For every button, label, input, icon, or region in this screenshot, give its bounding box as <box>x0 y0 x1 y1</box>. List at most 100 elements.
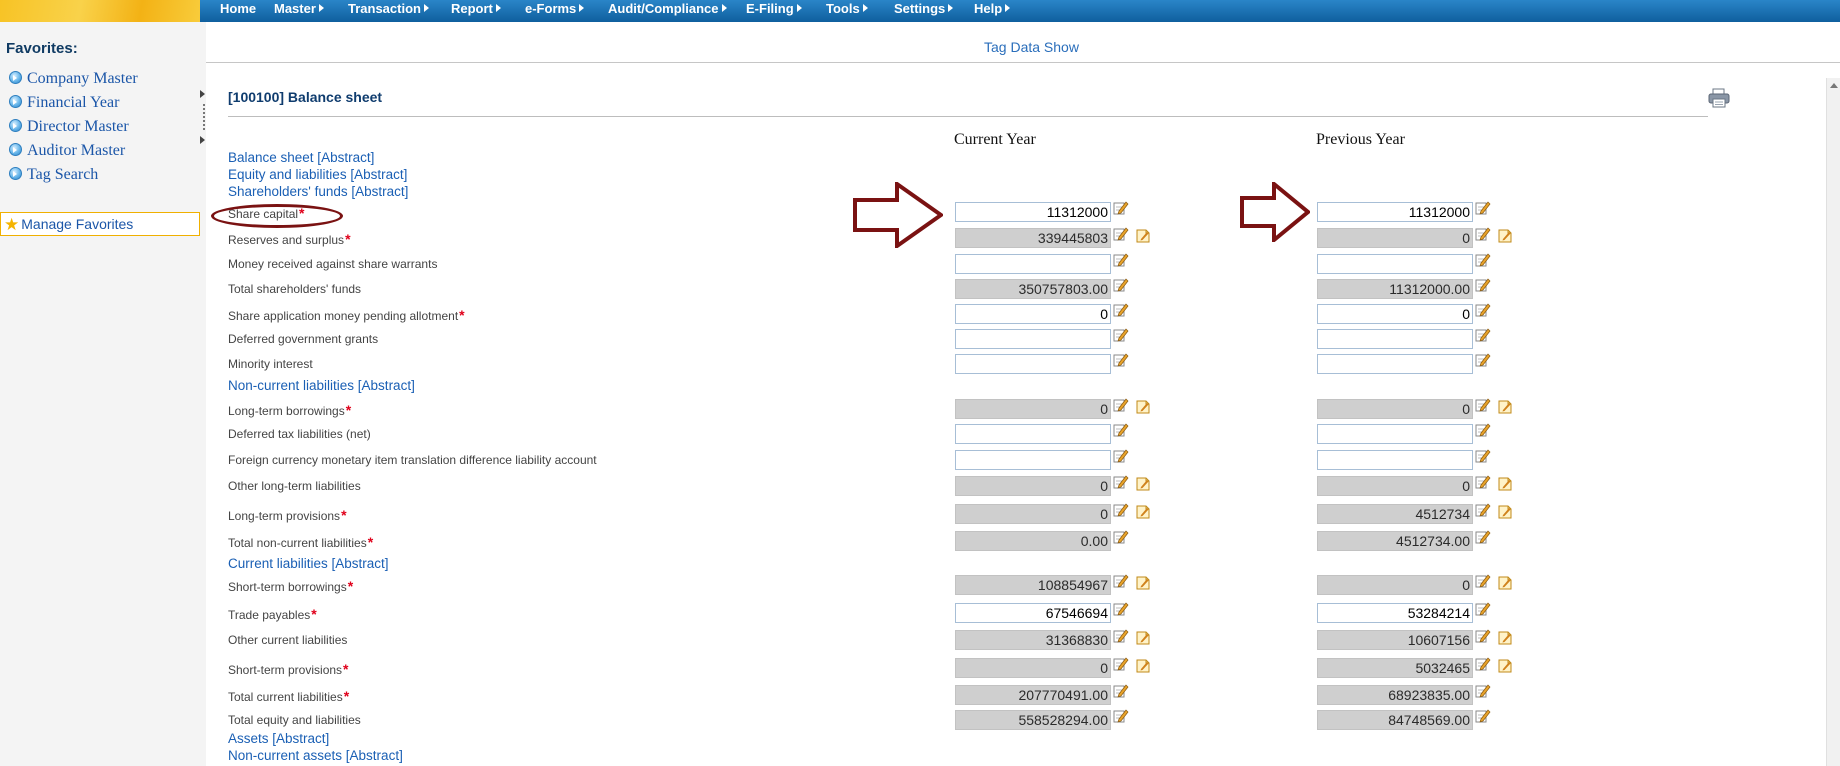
edit-pencil-icon[interactable] <box>1113 252 1129 268</box>
current-year-input[interactable] <box>955 279 1111 299</box>
note-icon[interactable] <box>1135 476 1151 492</box>
edit-pencil-icon[interactable] <box>1475 656 1491 672</box>
abstract-heading[interactable]: Equity and liabilities [Abstract] <box>228 167 407 182</box>
current-year-input[interactable] <box>955 329 1111 349</box>
previous-year-input[interactable] <box>1317 450 1473 470</box>
edit-pencil-icon[interactable] <box>1475 628 1491 644</box>
current-year-input[interactable] <box>955 603 1111 623</box>
fav-company-master[interactable]: Company Master <box>9 70 138 88</box>
menu-settings[interactable]: Settings <box>894 0 954 20</box>
manage-favorites-button[interactable]: ★ Manage Favorites <box>0 212 200 236</box>
edit-pencil-icon[interactable] <box>1475 601 1491 617</box>
edit-pencil-icon[interactable] <box>1475 448 1491 464</box>
collapse-arrow-icon[interactable] <box>200 136 205 144</box>
edit-pencil-icon[interactable] <box>1113 656 1129 672</box>
collapse-arrow-icon[interactable] <box>200 90 205 98</box>
menu-home[interactable]: Home <box>220 0 256 20</box>
edit-pencil-icon[interactable] <box>1113 327 1129 343</box>
previous-year-input[interactable] <box>1317 424 1473 444</box>
previous-year-input[interactable] <box>1317 279 1473 299</box>
note-icon[interactable] <box>1135 504 1151 520</box>
fav-director-master[interactable]: Director Master <box>9 118 129 136</box>
previous-year-input[interactable] <box>1317 228 1473 248</box>
menu-e-filing[interactable]: E-Filing <box>746 0 802 20</box>
edit-pencil-icon[interactable] <box>1113 683 1129 699</box>
menu-tools[interactable]: Tools <box>826 0 868 20</box>
previous-year-input[interactable] <box>1317 354 1473 374</box>
note-icon[interactable] <box>1497 476 1513 492</box>
note-icon[interactable] <box>1135 575 1151 591</box>
abstract-heading[interactable]: Non-current liabilities [Abstract] <box>228 378 415 393</box>
edit-pencil-icon[interactable] <box>1475 474 1491 490</box>
menu-help[interactable]: Help <box>974 0 1011 20</box>
edit-pencil-icon[interactable] <box>1113 277 1129 293</box>
note-icon[interactable] <box>1497 630 1513 646</box>
current-year-input[interactable] <box>955 450 1111 470</box>
menu-audit-compliance[interactable]: Audit/Compliance <box>608 0 727 20</box>
previous-year-input[interactable] <box>1317 710 1473 730</box>
abstract-heading[interactable]: Shareholders' funds [Abstract] <box>228 184 408 199</box>
note-icon[interactable] <box>1497 504 1513 520</box>
edit-pencil-icon[interactable] <box>1475 352 1491 368</box>
edit-pencil-icon[interactable] <box>1475 573 1491 589</box>
current-year-input[interactable] <box>955 424 1111 444</box>
previous-year-input[interactable] <box>1317 575 1473 595</box>
current-year-input[interactable] <box>955 575 1111 595</box>
menu-e-forms[interactable]: e-Forms <box>525 0 585 20</box>
abstract-heading[interactable]: Assets [Abstract] <box>228 731 329 746</box>
edit-pencil-icon[interactable] <box>1113 708 1129 724</box>
note-icon[interactable] <box>1497 575 1513 591</box>
edit-pencil-icon[interactable] <box>1475 302 1491 318</box>
edit-pencil-icon[interactable] <box>1113 200 1129 216</box>
previous-year-input[interactable] <box>1317 399 1473 419</box>
edit-pencil-icon[interactable] <box>1475 327 1491 343</box>
note-icon[interactable] <box>1497 658 1513 674</box>
fav-auditor-master[interactable]: Auditor Master <box>9 142 125 160</box>
previous-year-input[interactable] <box>1317 685 1473 705</box>
note-icon[interactable] <box>1135 630 1151 646</box>
current-year-input[interactable] <box>955 658 1111 678</box>
edit-pencil-icon[interactable] <box>1475 397 1491 413</box>
menu-report[interactable]: Report <box>451 0 501 20</box>
current-year-input[interactable] <box>955 304 1111 324</box>
edit-pencil-icon[interactable] <box>1475 200 1491 216</box>
edit-pencil-icon[interactable] <box>1475 708 1491 724</box>
edit-pencil-icon[interactable] <box>1113 529 1129 545</box>
edit-pencil-icon[interactable] <box>1113 422 1129 438</box>
edit-pencil-icon[interactable] <box>1475 683 1491 699</box>
current-year-input[interactable] <box>955 399 1111 419</box>
current-year-input[interactable] <box>955 531 1111 551</box>
current-year-input[interactable] <box>955 354 1111 374</box>
edit-pencil-icon[interactable] <box>1113 573 1129 589</box>
current-year-input[interactable] <box>955 254 1111 274</box>
edit-pencil-icon[interactable] <box>1113 302 1129 318</box>
previous-year-input[interactable] <box>1317 304 1473 324</box>
edit-pencil-icon[interactable] <box>1475 529 1491 545</box>
note-icon[interactable] <box>1135 399 1151 415</box>
previous-year-input[interactable] <box>1317 531 1473 551</box>
fav-financial-year[interactable]: Financial Year <box>9 94 119 112</box>
edit-pencil-icon[interactable] <box>1475 502 1491 518</box>
edit-pencil-icon[interactable] <box>1113 226 1129 242</box>
edit-pencil-icon[interactable] <box>1475 277 1491 293</box>
current-year-input[interactable] <box>955 685 1111 705</box>
previous-year-input[interactable] <box>1317 630 1473 650</box>
abstract-heading[interactable]: Non-current assets [Abstract] <box>228 748 403 763</box>
fav-tag-search[interactable]: Tag Search <box>9 166 98 184</box>
current-year-input[interactable] <box>955 630 1111 650</box>
note-icon[interactable] <box>1497 228 1513 244</box>
edit-pencil-icon[interactable] <box>1113 502 1129 518</box>
previous-year-input[interactable] <box>1317 476 1473 496</box>
tag-data-show-link[interactable]: Tag Data Show <box>984 39 1079 55</box>
edit-pencil-icon[interactable] <box>1113 474 1129 490</box>
previous-year-input[interactable] <box>1317 329 1473 349</box>
current-year-input[interactable] <box>955 476 1111 496</box>
edit-pencil-icon[interactable] <box>1113 448 1129 464</box>
previous-year-input[interactable] <box>1317 603 1473 623</box>
current-year-input[interactable] <box>955 228 1111 248</box>
edit-pencil-icon[interactable] <box>1475 422 1491 438</box>
edit-pencil-icon[interactable] <box>1113 352 1129 368</box>
edit-pencil-icon[interactable] <box>1113 628 1129 644</box>
current-year-input[interactable] <box>955 202 1111 222</box>
printer-icon[interactable] <box>1708 88 1730 111</box>
